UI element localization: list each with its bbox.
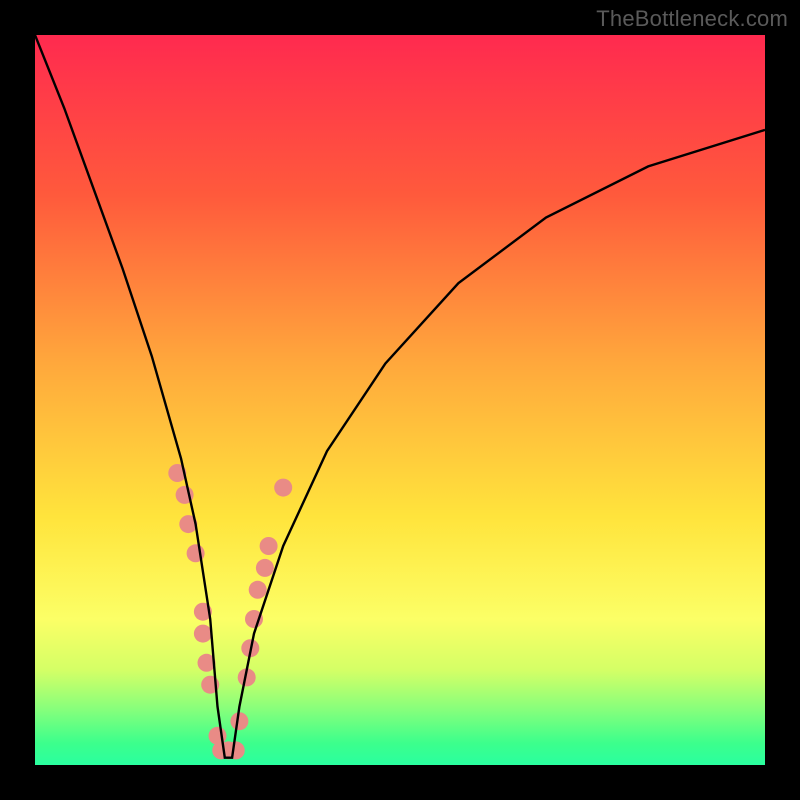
benchmark-point bbox=[256, 559, 274, 577]
bottleneck-curve-svg bbox=[35, 35, 765, 765]
benchmark-point bbox=[274, 479, 292, 497]
benchmark-point bbox=[260, 537, 278, 555]
benchmark-point bbox=[194, 625, 212, 643]
watermark-label: TheBottleneck.com bbox=[596, 6, 788, 32]
plot-area bbox=[35, 35, 765, 765]
benchmark-points-group bbox=[168, 464, 292, 759]
bottleneck-curve bbox=[35, 35, 765, 758]
chart-container: TheBottleneck.com bbox=[0, 0, 800, 800]
benchmark-point bbox=[249, 581, 267, 599]
